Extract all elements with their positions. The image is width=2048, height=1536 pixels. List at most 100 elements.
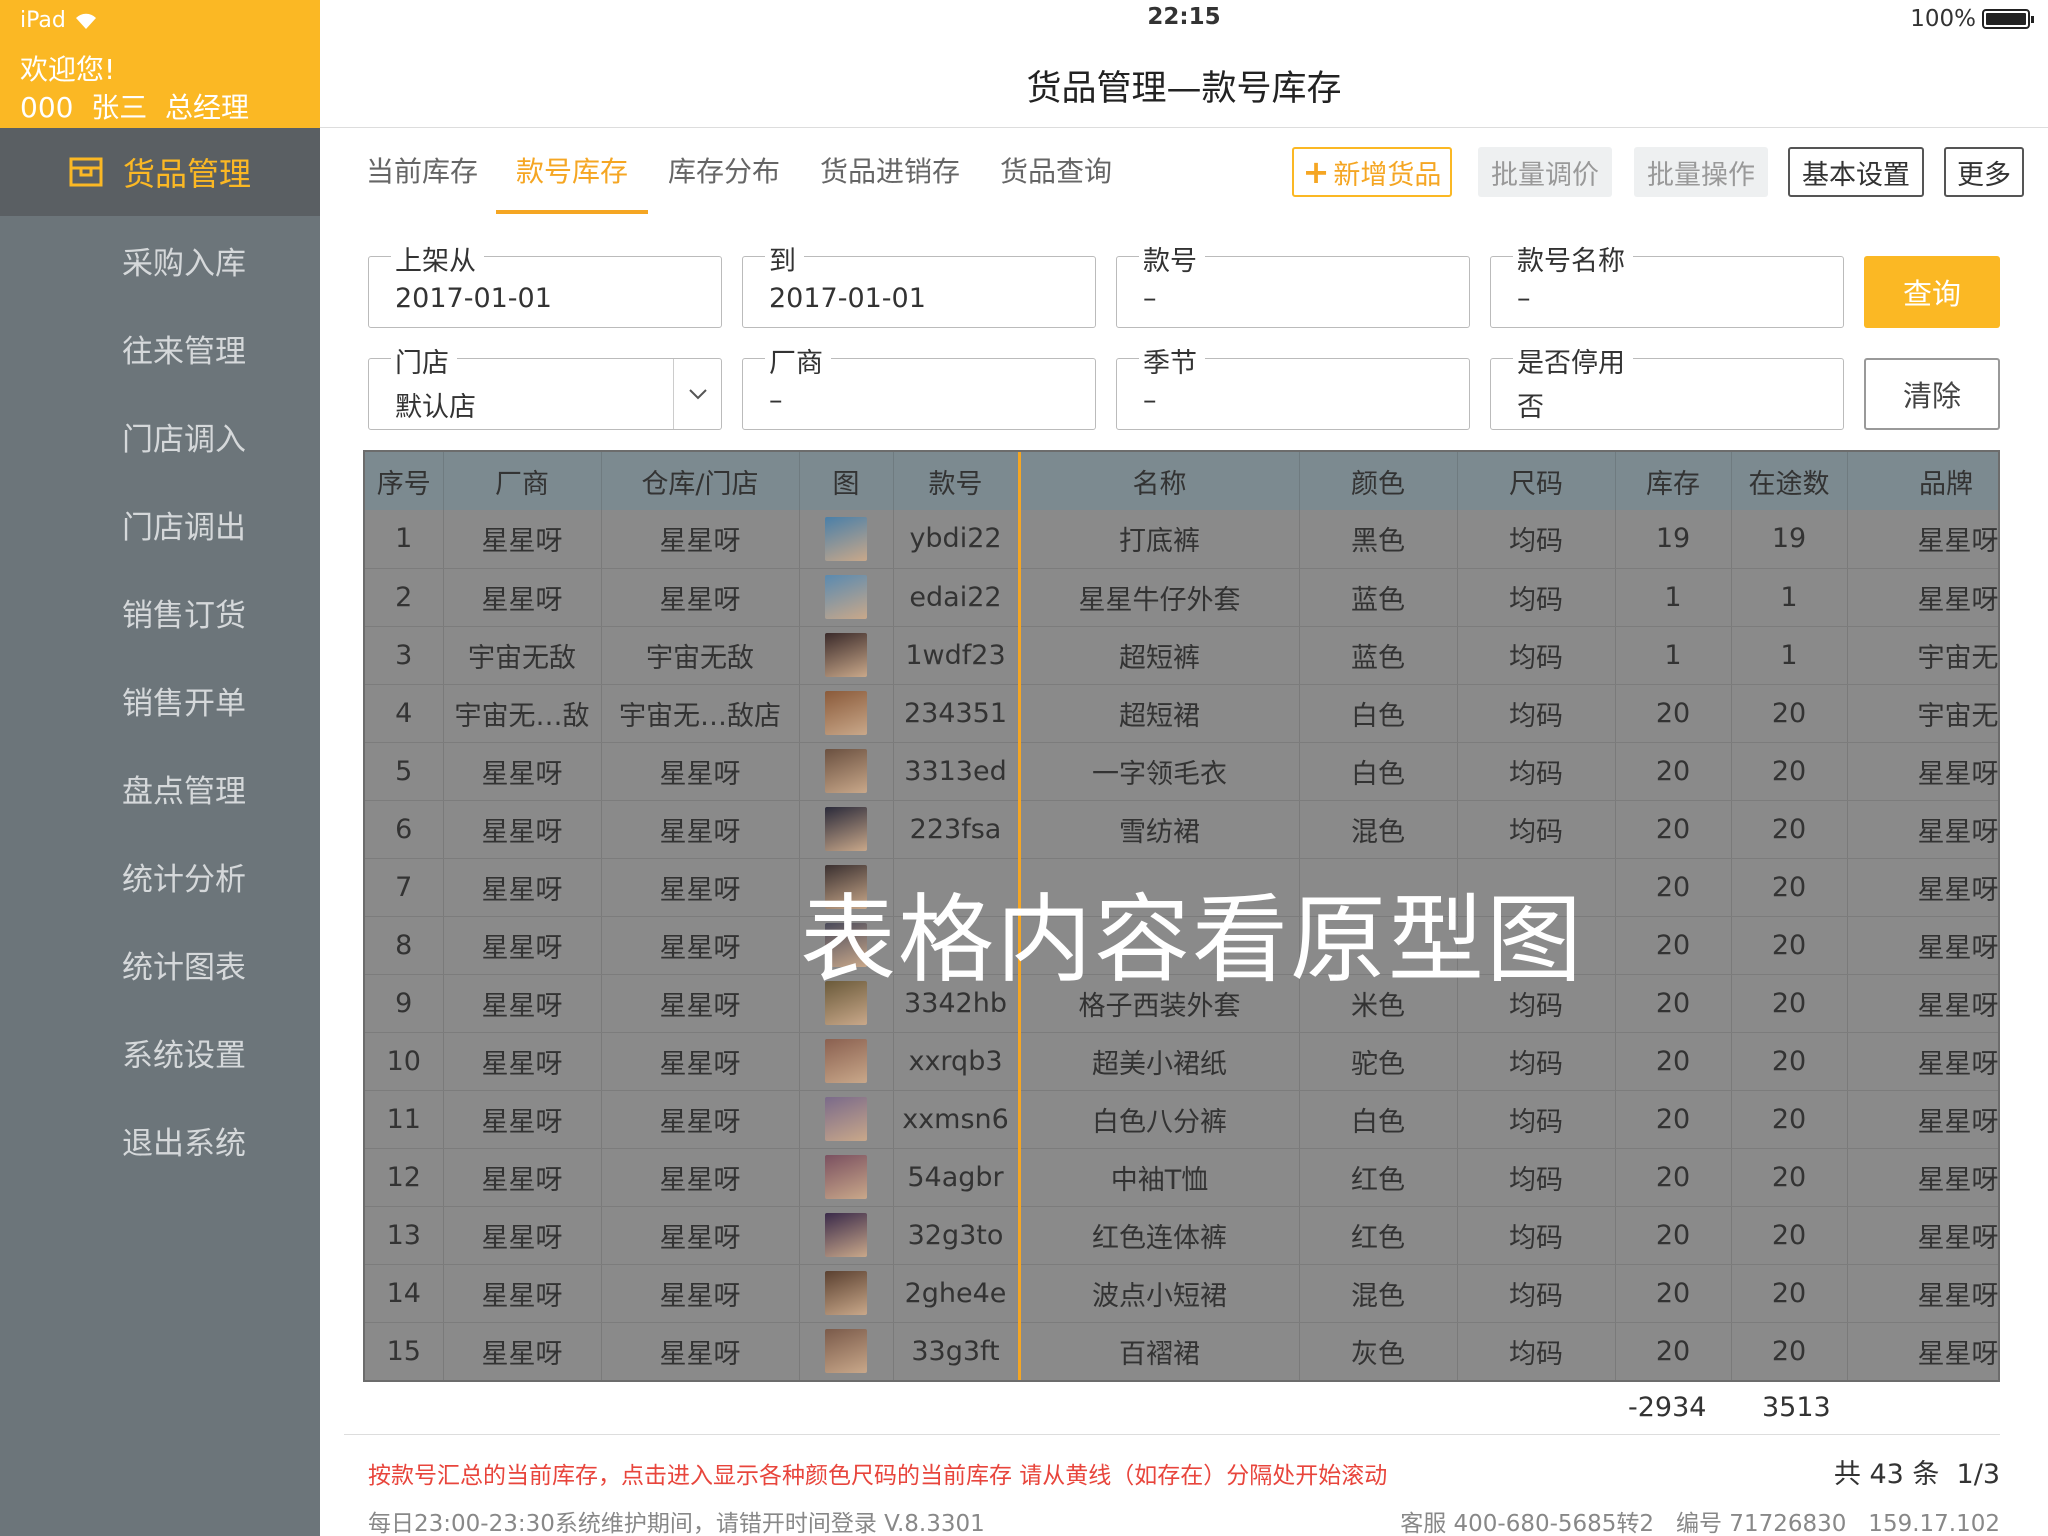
- product-thumbnail[interactable]: [825, 1213, 867, 1257]
- table-row[interactable]: 3宇宙无敌宇宙无敌1wdf23超短裤蓝色均码11宇宙无敌: [365, 626, 1998, 685]
- table-row[interactable]: 4宇宙无…敌宇宙无…敌店234351超短裙白色均码2020宇宙无…敌: [365, 684, 1998, 743]
- table-row[interactable]: 13 星星呀 星星呀 32g3to 红色连体裤 红色 均码 20 20 星星呀: [365, 1206, 1998, 1265]
- cell-stock: 20: [1615, 1206, 1732, 1265]
- table-row[interactable]: 5 星星呀 星星呀 3313ed 一字领毛衣 白色 均码 20 20 星星呀: [365, 742, 1998, 801]
- table-header: 序号 厂商 仓库/门店 图 款号 名称 颜色 尺码 库存 在途数 品牌: [365, 452, 1998, 510]
- cell-vendor: 星星呀: [443, 1032, 602, 1091]
- table-row[interactable]: 1 星星呀 星星呀 ybdi22 打底裤 黑色 均码 19 19 星星呀: [365, 510, 1998, 569]
- table-row[interactable]: 11 星星呀 星星呀 xxmsn6 白色八分裤 白色 均码 20 20 星星呀: [365, 1090, 1998, 1149]
- cell-brand: 星星呀: [1847, 1090, 1998, 1149]
- table-row[interactable]: 14 星星呀 星星呀 2ghe4e 波点小短裙 混色 均码 20 20 星星呀: [365, 1264, 1998, 1323]
- cell-stock: 20: [1615, 1264, 1732, 1323]
- table-hint: 按款号汇总的当前库存，点击进入显示各种颜色尺码的当前库存 请从黄线（如存在）分隔…: [368, 1463, 1388, 1489]
- table-row[interactable]: 15 星星呀 星星呀 33g3ft 百褶裙 灰色 均码 20 20 星星呀: [365, 1322, 1998, 1380]
- cell-vendor: 星星呀: [443, 800, 602, 859]
- top-bar: 22:15 100% 货品管理—款号库存: [320, 0, 2048, 128]
- service-info: 客服 400-680-5685转2 编号 71726830 159.17.102: [1400, 1511, 2000, 1536]
- cell-name: 百褶裙: [1019, 1322, 1300, 1380]
- col-header-brand[interactable]: 品牌: [1847, 452, 1998, 510]
- product-thumbnail[interactable]: [825, 516, 867, 561]
- style-name-field[interactable]: 款号名称 –: [1490, 239, 1844, 328]
- cell-vendor: 星星呀: [443, 858, 602, 917]
- season-field[interactable]: 季节 –: [1116, 341, 1470, 430]
- table-row[interactable]: 2 星星呀 星星呀 edai22 星星牛仔外套 蓝色 均码 1 1 星星呀: [365, 568, 1998, 627]
- col-header-image[interactable]: 图: [799, 452, 894, 510]
- sidebar-item-transfer-in[interactable]: 门店调入: [0, 392, 320, 480]
- cell-color: 白色: [1299, 684, 1458, 743]
- tab-goods-query[interactable]: 货品查询: [1000, 150, 1112, 190]
- product-thumbnail[interactable]: [825, 807, 867, 851]
- cell-index: 15: [365, 1322, 444, 1380]
- cell-vendor: 宇宙无敌: [443, 626, 602, 685]
- cell-brand: 宇宙无…敌: [1847, 684, 1998, 743]
- battery-percent: 100%: [1910, 6, 1976, 32]
- col-header-index[interactable]: 序号: [365, 452, 444, 510]
- user-info: 000 张三 总经理: [20, 91, 250, 124]
- more-button[interactable]: 更多: [1944, 147, 2024, 197]
- col-header-warehouse[interactable]: 仓库/门店: [601, 452, 800, 510]
- product-thumbnail[interactable]: [825, 1097, 867, 1141]
- cell-size: 均码: [1457, 1322, 1616, 1380]
- style-no-field[interactable]: 款号 –: [1116, 239, 1470, 328]
- product-thumbnail[interactable]: [825, 1155, 867, 1199]
- cell-name: 波点小短裙: [1019, 1264, 1300, 1323]
- table-row[interactable]: 10 星星呀 星星呀 xxrqb3 超美小裙纸 驼色 均码 20 20 星星呀: [365, 1032, 1998, 1091]
- cell-size: 均码: [1457, 1206, 1616, 1265]
- sidebar-item-sales-bill[interactable]: 销售开单: [0, 656, 320, 744]
- batch-price-button[interactable]: 批量调价: [1478, 147, 1612, 197]
- sidebar-item-statistics[interactable]: 统计分析: [0, 832, 320, 920]
- product-thumbnail[interactable]: [825, 1039, 867, 1083]
- date-to-field[interactable]: 到 2017-01-01: [742, 239, 1096, 328]
- clear-button[interactable]: 清除: [1864, 358, 2000, 430]
- product-thumbnail[interactable]: [825, 633, 867, 677]
- product-thumbnail[interactable]: [825, 575, 867, 619]
- cell-color: 红色: [1299, 1148, 1458, 1207]
- disabled-field[interactable]: 是否停用 否: [1490, 341, 1844, 430]
- product-thumbnail[interactable]: [825, 691, 867, 735]
- col-header-in-transit[interactable]: 在途数: [1731, 452, 1848, 510]
- cell-vendor: 星星呀: [443, 510, 602, 569]
- cell-style-no: 223fsa: [893, 800, 1021, 859]
- add-goods-button[interactable]: + 新增货品: [1292, 147, 1452, 197]
- vendor-field[interactable]: 厂商 –: [742, 341, 1096, 430]
- col-header-name[interactable]: 名称: [1019, 452, 1300, 510]
- chevron-down-icon[interactable]: [673, 359, 721, 429]
- query-button[interactable]: 查询: [1864, 256, 2000, 328]
- col-header-size[interactable]: 尺码: [1457, 452, 1616, 510]
- batch-operation-button[interactable]: 批量操作: [1634, 147, 1768, 197]
- col-header-style-no[interactable]: 款号: [893, 452, 1021, 510]
- product-thumbnail[interactable]: [825, 749, 867, 793]
- tab-current-stock[interactable]: 当前库存: [366, 150, 478, 190]
- cell-image: [799, 1148, 894, 1207]
- cell-in-transit: 20: [1731, 1090, 1848, 1149]
- product-thumbnail[interactable]: [825, 1271, 867, 1315]
- table-row[interactable]: 6 星星呀 星星呀 223fsa 雪纺裙 混色 均码 20 20 星星呀: [365, 800, 1998, 859]
- cell-brand: 星星呀: [1847, 800, 1998, 859]
- sidebar-item-charts[interactable]: 统计图表: [0, 920, 320, 1008]
- sidebar-item-system-settings[interactable]: 系统设置: [0, 1008, 320, 1096]
- cell-in-transit: 20: [1731, 800, 1848, 859]
- shelf-from-field[interactable]: 上架从 2017-01-01: [368, 239, 722, 328]
- tab-stock-distribution[interactable]: 库存分布: [668, 150, 780, 190]
- cell-color: 混色: [1299, 800, 1458, 859]
- cell-warehouse: 星星呀: [601, 510, 800, 569]
- cell-warehouse: 星星呀: [601, 1032, 800, 1091]
- sidebar-item-goods[interactable]: 货品管理: [0, 128, 320, 216]
- store-select[interactable]: 门店 默认店: [368, 341, 722, 430]
- tab-style-stock[interactable]: 款号库存: [516, 150, 628, 190]
- product-thumbnail[interactable]: [825, 1329, 867, 1373]
- sidebar-item-contacts[interactable]: 往来管理: [0, 304, 320, 392]
- sidebar-item-purchase[interactable]: 采购入库: [0, 216, 320, 304]
- col-header-stock[interactable]: 库存: [1615, 452, 1732, 510]
- sidebar-item-transfer-out[interactable]: 门店调出: [0, 480, 320, 568]
- sidebar-item-sales-order[interactable]: 销售订货: [0, 568, 320, 656]
- sidebar-item-logout[interactable]: 退出系统: [0, 1096, 320, 1184]
- pagination[interactable]: 共 43 条 1/3: [1834, 1452, 2000, 1491]
- col-header-vendor[interactable]: 厂商: [443, 452, 602, 510]
- basic-settings-button[interactable]: 基本设置: [1788, 147, 1924, 197]
- col-header-color[interactable]: 颜色: [1299, 452, 1458, 510]
- tab-goods-flow[interactable]: 货品进销存: [820, 150, 960, 190]
- table-row[interactable]: 12 星星呀 星星呀 54agbr 中袖T恤 红色 均码 20 20 星星呀: [365, 1148, 1998, 1207]
- cell-color: 灰色: [1299, 1322, 1458, 1380]
- sidebar-item-inventory-check[interactable]: 盘点管理: [0, 744, 320, 832]
